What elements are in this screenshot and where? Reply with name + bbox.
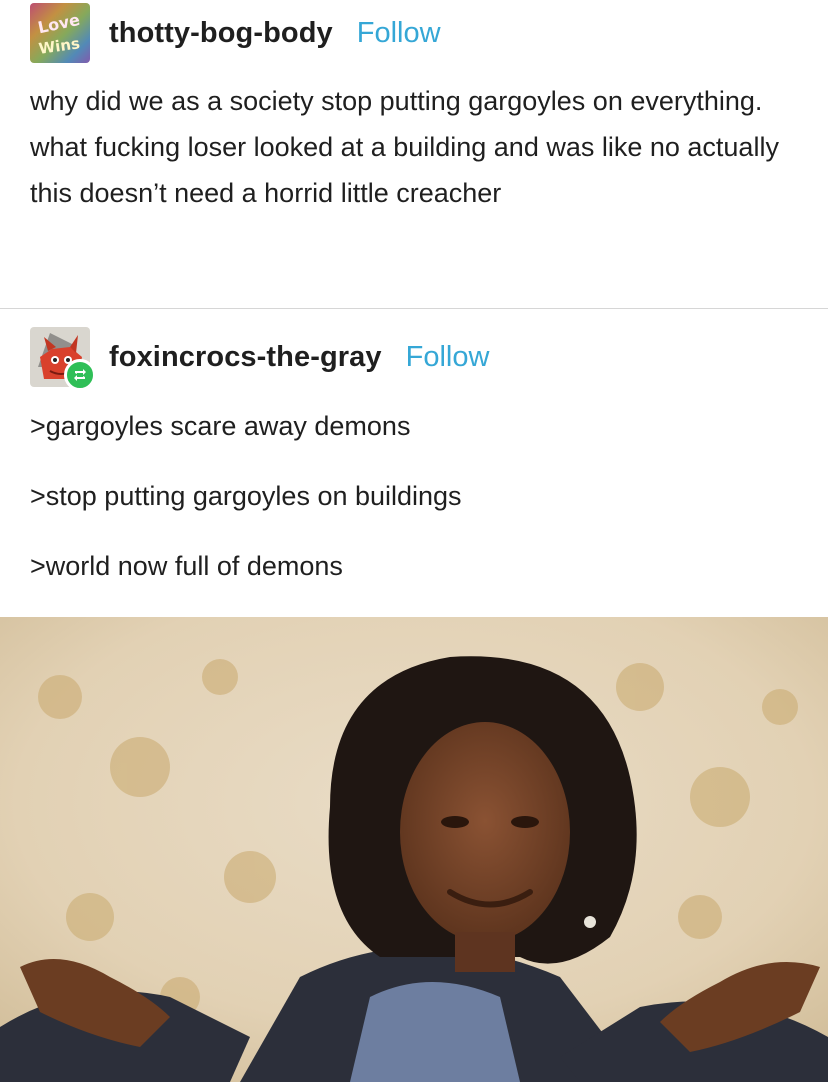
- greentext-line: >stop putting gargoyles on buildings: [30, 481, 462, 511]
- shrugging-woman-meme-image: [0, 617, 828, 1082]
- post-original: Love Wins thotty-bog-body Follow why did…: [0, 0, 828, 308]
- follow-button[interactable]: Follow: [357, 17, 441, 50]
- post-header: Love Wins thotty-bog-body Follow: [30, 3, 441, 63]
- post-text: why did we as a society stop putting gar…: [30, 86, 779, 208]
- follow-button[interactable]: Follow: [406, 341, 490, 374]
- red-fox-wizard-avatar-icon[interactable]: [30, 327, 96, 391]
- love-wins-avatar-icon[interactable]: Love Wins: [30, 3, 90, 63]
- username[interactable]: foxincrocs-the-gray: [109, 341, 382, 374]
- username[interactable]: thotty-bog-body: [109, 17, 333, 50]
- reblog-icon: [64, 359, 96, 391]
- greentext-line: >gargoyles scare away demons: [30, 411, 411, 441]
- post-header: foxincrocs-the-gray Follow: [30, 327, 490, 391]
- greentext-line: >world now full of demons: [30, 551, 343, 581]
- post-reblog: foxincrocs-the-gray Follow >gargoyles sc…: [0, 309, 828, 617]
